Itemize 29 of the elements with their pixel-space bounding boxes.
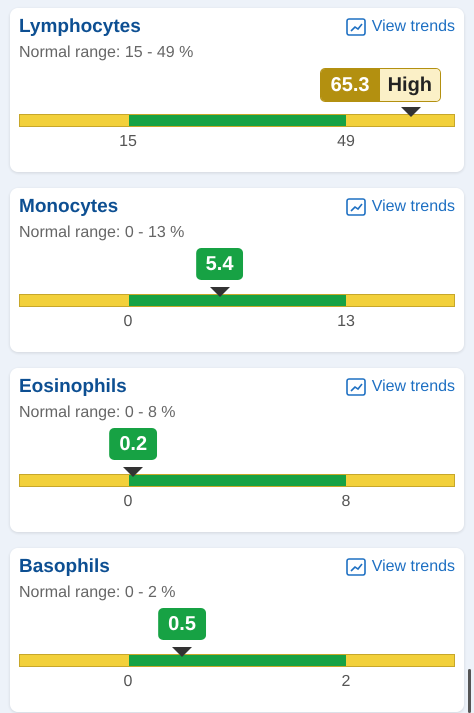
tick-label: 13 (337, 313, 355, 331)
normal-range-text: Normal range: 0 - 8 % (19, 404, 177, 422)
tick-label: 0 (124, 673, 132, 691)
view-trends-link[interactable]: View trends (346, 18, 455, 36)
tick-label: 0 (124, 493, 132, 511)
chart-icon (346, 18, 366, 36)
result-title: Basophils (19, 556, 110, 578)
chart-icon (346, 558, 366, 576)
normal-range-text: Normal range: 15 - 49 % (19, 44, 194, 62)
view-trends-link[interactable]: View trends (346, 558, 455, 576)
normal-range-text: Normal range: 0 - 2 % (19, 584, 177, 602)
tick-label: 8 (342, 493, 350, 511)
value-tag: 5.4 (196, 248, 244, 280)
tick-label: 0 (124, 313, 132, 331)
tick-label: 15 (119, 133, 137, 151)
view-trends-link[interactable]: View trends (346, 378, 455, 396)
result-title: Monocytes (19, 196, 118, 218)
value-tag: 65.3 High (320, 68, 441, 102)
chart-icon (346, 378, 366, 396)
scrollbar[interactable] (468, 669, 471, 713)
view-trends-link[interactable]: View trends (346, 198, 455, 216)
result-title: Eosinophils (19, 376, 127, 398)
tick-label: 49 (337, 133, 355, 151)
chart-icon (346, 198, 366, 216)
result-title: Lymphocytes (19, 16, 141, 38)
tick-label: 2 (342, 673, 350, 691)
value-tag: 0.5 (158, 608, 206, 640)
normal-range-text: Normal range: 0 - 13 % (19, 224, 186, 242)
value-tag: 0.2 (109, 428, 158, 460)
